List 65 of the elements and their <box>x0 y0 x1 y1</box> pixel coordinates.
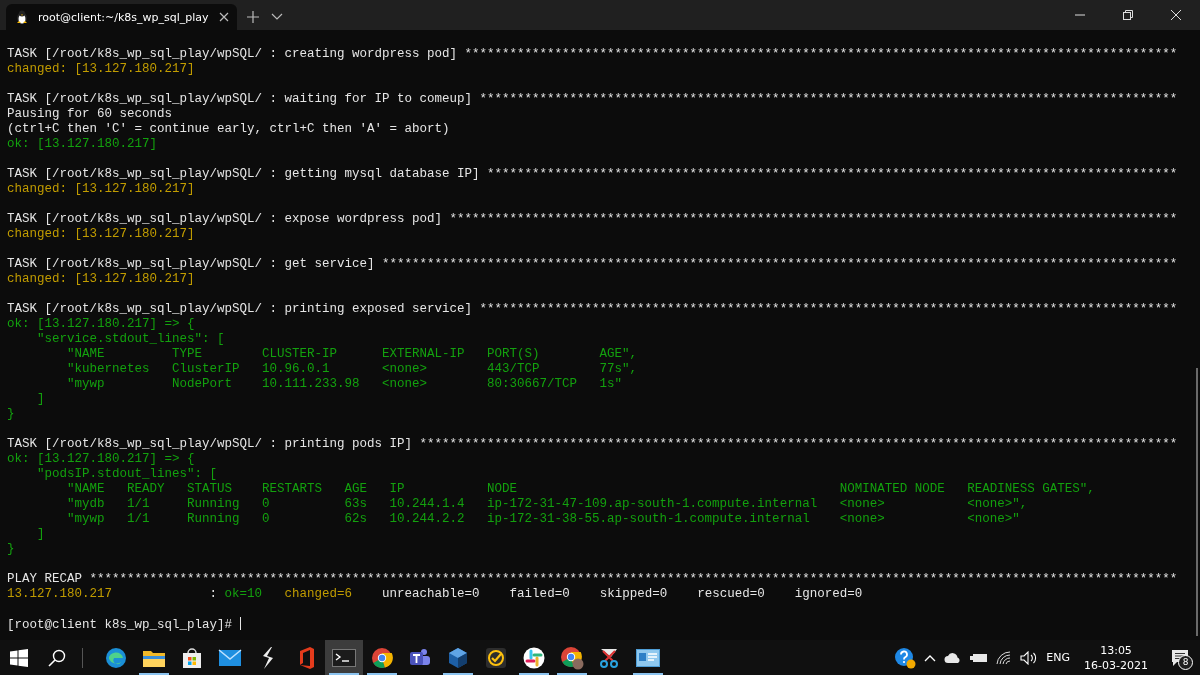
taskbar-app-button[interactable] <box>325 640 363 675</box>
browser-icon[interactable] <box>560 645 584 670</box>
terminal-line: "NAME TYPE CLUSTER-IP EXTERNAL-IP PORT(S) AGE", <box>66 347 638 362</box>
terminal-line: "NAME READY STATUS RESTARTS AGE IP NODE NOMINATED NODE READINESS GATES", <box>66 482 1095 497</box>
chevron-down-icon[interactable] <box>270 13 283 21</box>
terminal-line: TASK [/root/k8s_wp_sql_play/wpSQL/ : get service] ********************************************************************************************************** <box>7 257 1178 272</box>
plus-icon[interactable] <box>246 11 259 23</box>
terminal-line: } <box>7 407 15 422</box>
chevron-up-icon[interactable] <box>924 653 937 662</box>
shopping-bag-icon[interactable] <box>181 646 203 669</box>
bolt-icon[interactable] <box>261 646 275 669</box>
window-icon[interactable] <box>636 648 660 667</box>
terminal-line: "service.stdout_lines": [ <box>36 332 225 347</box>
terminal-line: "kubernetes ClusterIP 10.96.0.1 <none> 443/TCP 77s", <box>66 362 638 377</box>
terminal-line: ok: [13.127.180.217] => { <box>7 452 195 467</box>
terminal-line: 13.127.180.217 : ok=10 changed=6 unreachable=0 failed=0 skipped=0 rescued=0 ignored=0 <box>7 587 863 602</box>
close-icon[interactable] <box>1171 10 1181 20</box>
terminal-line: TASK [/root/k8s_wp_sql_play/wpSQL/ : creating wordpress pod] *********************************************************************************************** <box>7 47 1178 62</box>
terminal-line: TASK [/root/k8s_wp_sql_play/wpSQL/ : waiting for IP to comeup] ********************************************************************************************* <box>7 92 1178 107</box>
terminal-line: TASK [/root/k8s_wp_sql_play/wpSQL/ : getting mysql database IP] ******************************************************************************************** <box>7 167 1178 182</box>
language-indicator[interactable]: ENG <box>1046 651 1071 664</box>
office-icon[interactable] <box>297 646 315 669</box>
terminal-line: "mywp NodePort 10.111.233.98 <none> 80:30667/TCP 1s" <box>66 377 623 392</box>
terminal-tab[interactable]: root@client:~/k8s_wp_sql_play <box>6 4 237 30</box>
terminal-line: changed: [13.127.180.217] <box>7 272 195 287</box>
help-icon[interactable] <box>894 646 917 669</box>
cube-icon[interactable] <box>447 646 469 669</box>
terminal-line: "mywp 1/1 Running 0 62s 10.244.2.2 ip-172-31-38-55.ap-south-1.compute.internal <none> <none>" <box>66 512 1020 527</box>
tab-title: root@client:~/k8s_wp_sql_play <box>38 10 209 24</box>
terminal-line: changed: [13.127.180.217] <box>7 227 195 242</box>
wifi-icon[interactable] <box>996 650 1013 665</box>
terminal-line: } <box>7 542 15 557</box>
penguin-icon <box>16 10 28 24</box>
speaker-icon[interactable] <box>1020 650 1039 665</box>
terminal-line: changed: [13.127.180.217] <box>7 182 195 197</box>
terminal-line: TASK [/root/k8s_wp_sql_play/wpSQL/ : printing exposed service] ********************************************************************************************* <box>7 302 1178 317</box>
people-icon[interactable] <box>408 647 432 668</box>
command-prompt: [root@client k8s_wp_sql_play]# <box>7 618 233 632</box>
terminal-line: TASK [/root/k8s_wp_sql_play/wpSQL/ : printing pods IP] ***************************************************************************************************** <box>7 437 1178 452</box>
browser-icon[interactable] <box>105 646 127 669</box>
terminal-line: TASK [/root/k8s_wp_sql_play/wpSQL/ : expose wordpress pod] ************************************************************************************************* <box>7 212 1178 227</box>
envelope-icon[interactable] <box>218 648 242 667</box>
scrollbar[interactable] <box>1196 368 1198 636</box>
terminal-line: ] <box>36 392 45 407</box>
close-icon[interactable] <box>218 12 229 22</box>
terminal-icon[interactable] <box>332 648 356 667</box>
restore-icon[interactable] <box>1123 10 1133 20</box>
battery-icon[interactable] <box>970 651 989 664</box>
terminal-line: "mydb 1/1 Running 0 63s 10.244.1.4 ip-172-31-47-109.ap-south-1.compute.internal <none> <none>", <box>66 497 1028 512</box>
terminal-line: ok: [13.127.180.217] => { <box>7 317 195 332</box>
checkmark-icon[interactable] <box>485 646 507 669</box>
clock[interactable]: 13:05 16-03-2021 <box>1084 642 1148 673</box>
notification-button[interactable]: 8 <box>1166 643 1194 672</box>
terminal-line: changed: [13.127.180.217] <box>7 62 195 77</box>
terminal-line: ] <box>36 527 45 542</box>
browser-icon[interactable] <box>371 646 393 669</box>
terminal-line: ok: [13.127.180.217] <box>7 137 158 152</box>
terminal-line: Pausing for 60 seconds <box>7 107 173 122</box>
terminal-line: PLAY RECAP ************************************************************************************************************************************************* <box>7 572 1178 587</box>
search-icon <box>48 648 66 667</box>
terminal-line: "podsIP.stdout_lines": [ <box>36 467 218 482</box>
hash-icon[interactable] <box>523 646 545 669</box>
terminal-line: (ctrl+C then 'C' = continue early, ctrl+C then 'A' = abort) <box>7 122 450 137</box>
text-cursor <box>240 617 242 630</box>
windows-icon <box>10 648 28 667</box>
